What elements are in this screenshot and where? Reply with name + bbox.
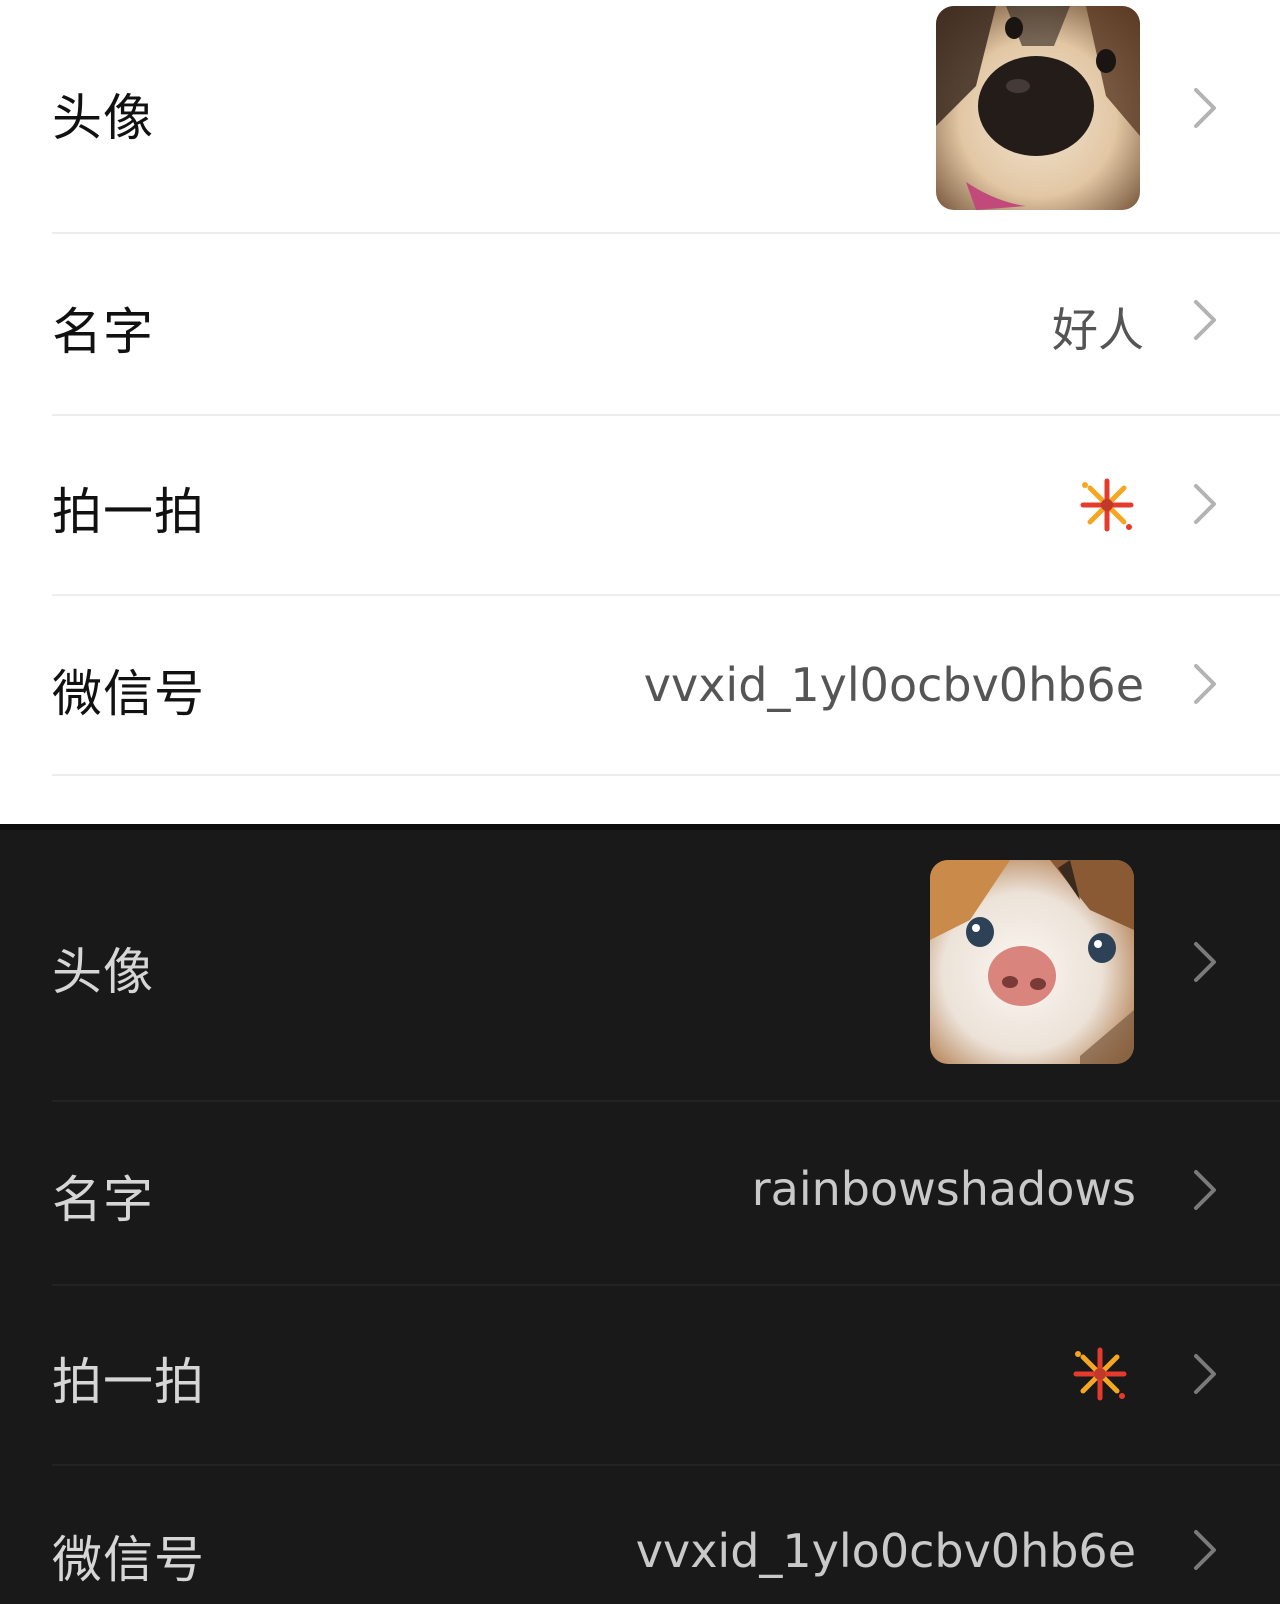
avatar-row[interactable]: 头像 xyxy=(0,0,1280,232)
name-value: rainbowshadows xyxy=(751,1162,1136,1216)
wechat-id-row[interactable]: 微信号 vvxid_1yl0ocbv0hb6e xyxy=(0,596,1280,774)
chevron-right-icon xyxy=(1188,86,1222,130)
wechat-id-label: 微信号 xyxy=(52,1531,205,1589)
pat-label: 拍一拍 xyxy=(52,1353,205,1411)
row-divider xyxy=(52,774,1280,776)
name-row[interactable]: 名字 rainbowshadows xyxy=(0,1102,1280,1284)
avatar-row[interactable]: 头像 xyxy=(0,824,1280,1100)
pat-label: 拍一拍 xyxy=(52,483,205,541)
fireworks-icon xyxy=(1070,1344,1130,1404)
dog-avatar xyxy=(936,6,1140,210)
cat-avatar xyxy=(930,860,1134,1064)
avatar-label: 头像 xyxy=(52,89,154,147)
chevron-right-icon xyxy=(1188,1168,1222,1212)
name-value: 好人 xyxy=(1052,303,1144,357)
avatar-label: 头像 xyxy=(52,943,154,1001)
chevron-right-icon xyxy=(1188,940,1222,984)
chevron-right-icon xyxy=(1188,662,1222,706)
wechat-id-label: 微信号 xyxy=(52,665,205,723)
name-row[interactable]: 名字 好人 xyxy=(0,234,1280,414)
chevron-right-icon xyxy=(1188,1528,1222,1572)
chevron-right-icon xyxy=(1188,1352,1222,1396)
dark-mode-profile-panel: 头像 名字 rainbowshadows 拍一拍 微信号 vvxid_1ylo0… xyxy=(0,824,1280,1604)
fireworks-icon xyxy=(1077,475,1137,535)
chevron-right-icon xyxy=(1188,298,1222,342)
pat-row[interactable]: 拍一拍 xyxy=(0,1286,1280,1464)
name-label: 名字 xyxy=(52,1171,154,1229)
wechat-id-row[interactable]: 微信号 vvxid_1ylo0cbv0hb6e xyxy=(0,1466,1280,1604)
wechat-id-value: vvxid_1yl0ocbv0hb6e xyxy=(643,658,1144,712)
name-label: 名字 xyxy=(52,303,154,361)
wechat-id-value: vvxid_1ylo0cbv0hb6e xyxy=(635,1524,1136,1578)
light-mode-profile-panel: 头像 名字 好人 拍一拍 微信号 vvxid_1yl0ocbv0hb6e xyxy=(0,0,1280,824)
pat-row[interactable]: 拍一拍 xyxy=(0,416,1280,594)
chevron-right-icon xyxy=(1188,482,1222,526)
